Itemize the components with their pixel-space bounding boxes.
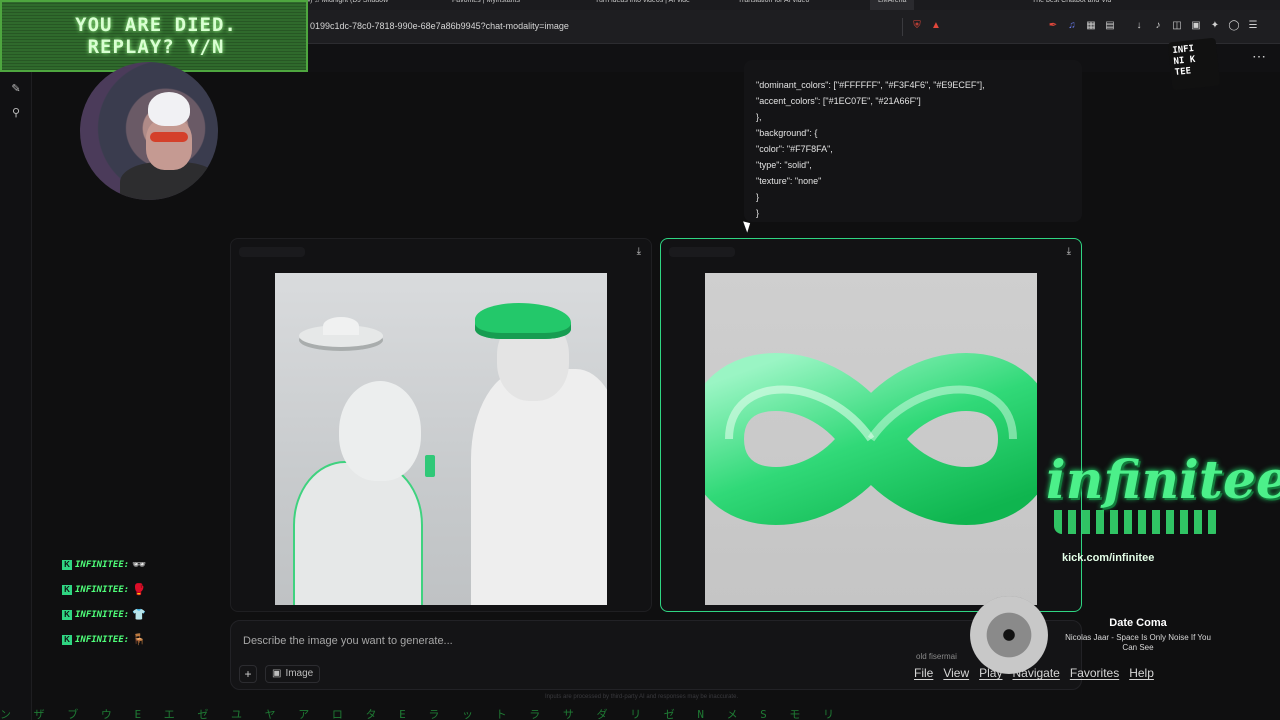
image-card-b[interactable]: ⤓ bbox=[660, 238, 1082, 612]
json-line: "dominant_colors": ["#FFFFFF", "#F3F4F6"… bbox=[756, 80, 985, 90]
tab-video-ideas[interactable]: Turn ideas into videos | AI vide bbox=[595, 0, 690, 10]
streamer-brand-logo: infinitee kick.com/infinitee bbox=[1040, 440, 1280, 570]
kick-icon: K bbox=[62, 584, 72, 595]
tab-myinstants[interactable]: Favorites | Myinstants bbox=[452, 0, 520, 10]
download-icon[interactable]: ↓ bbox=[1132, 18, 1146, 32]
tab-midnight[interactable]: (74) ♫ Midnight (DJ Shadow bbox=[300, 0, 388, 10]
chat-message: K INFINITEE: 👕 bbox=[62, 602, 182, 627]
sidebar-icon[interactable]: ◫ bbox=[1170, 18, 1184, 32]
game-over-text: YOU ARE DIED. REPLAY? Y/N bbox=[75, 14, 237, 58]
json-line: "texture": "none" bbox=[756, 176, 822, 186]
chat-emote: 🪑 bbox=[132, 634, 146, 646]
chat-emote: 🥊 bbox=[132, 584, 146, 596]
json-line: }, bbox=[756, 112, 762, 122]
brand-drip bbox=[1054, 510, 1222, 534]
kick-icon: K bbox=[62, 559, 72, 570]
menu-file[interactable]: File bbox=[914, 666, 933, 680]
chat-username: INFINITEE: bbox=[75, 559, 130, 570]
brand-url: kick.com/infinitee bbox=[1062, 552, 1155, 564]
chat-emote: 🕶 bbox=[132, 559, 147, 571]
wallet-icon[interactable]: ▣ bbox=[1189, 18, 1203, 32]
pen-extension-icon[interactable]: ✒ bbox=[1046, 18, 1060, 32]
json-line: } bbox=[756, 192, 760, 202]
model-label-placeholder bbox=[669, 247, 735, 257]
now-playing-artist: Nicolas Jaar - Space Is Only Noise If Yo… bbox=[1065, 633, 1211, 652]
webcam-glasses bbox=[150, 132, 188, 142]
add-attachment-button[interactable]: + bbox=[239, 665, 257, 683]
corner-logo: INFI NI K TEE bbox=[1167, 37, 1221, 91]
menu-view[interactable]: View bbox=[943, 666, 969, 680]
generated-image-infinity[interactable] bbox=[705, 273, 1037, 605]
tab-chatbot[interactable]: The best Chatbot and Vid bbox=[1032, 0, 1111, 10]
old-man-coat bbox=[471, 369, 607, 605]
json-line: } bbox=[756, 208, 760, 218]
model-label-placeholder bbox=[239, 247, 305, 257]
green-cap bbox=[475, 303, 571, 339]
translate-icon[interactable]: ▤ bbox=[1103, 18, 1117, 32]
image-mode-button[interactable]: ▣ Image bbox=[265, 665, 321, 683]
json-line: "background": { bbox=[756, 128, 818, 138]
image-mode-label: Image bbox=[285, 668, 314, 679]
left-rail: ✎ ⚲ bbox=[0, 72, 32, 720]
image-card-a[interactable]: ⤓ bbox=[230, 238, 652, 612]
url-input[interactable]: 0199c1dc-78c0-7818-990e-68e7a86b9945?cha… bbox=[310, 21, 569, 31]
json-output-block: "dominant_colors": ["#FFFFFF", "#F3F4F6"… bbox=[744, 60, 1082, 222]
lighter bbox=[425, 455, 435, 477]
webcam-feed bbox=[80, 62, 218, 200]
stream-chat: K INFINITEE: 🕶 K INFINITEE: 🥊 K INFINITE… bbox=[62, 552, 182, 652]
now-playing-title: Date Coma bbox=[1109, 617, 1167, 629]
json-line: "color": "#F7F8FA", bbox=[756, 144, 833, 154]
prompt-input[interactable]: Describe the image you want to generate.… bbox=[243, 635, 453, 647]
music-icon[interactable]: ♪ bbox=[1151, 18, 1165, 32]
toolbar-extensions: ✒ ♫ ▦ ▤ ↓ ♪ ◫ ▣ ✦ ◯ ☰ bbox=[1046, 18, 1260, 32]
chat-username: INFINITEE: bbox=[75, 634, 130, 645]
puzzle-icon[interactable]: ▦ bbox=[1084, 18, 1098, 32]
audio-extension-icon[interactable]: ♫ bbox=[1065, 18, 1079, 32]
menu-icon[interactable]: ☰ bbox=[1246, 18, 1260, 32]
download-icon[interactable]: ⤓ bbox=[637, 246, 641, 257]
album-disc-icon bbox=[970, 596, 1048, 674]
download-icon[interactable]: ⤓ bbox=[1067, 246, 1071, 257]
tab-lmarena[interactable]: LMArena bbox=[870, 0, 915, 10]
corner-logo-text: INFI NI K TEE bbox=[1172, 43, 1196, 79]
matrix-rain-footer: ン ザ ブ ウ E エ ゼ ユ ヤ ア ロ タ E ラ ッ ト ラ サ ダ リ … bbox=[0, 708, 843, 720]
chat-message: K INFINITEE: 🥊 bbox=[62, 577, 182, 602]
toolbar-icons: ⛨ ▲ bbox=[910, 18, 943, 32]
trophy-icon[interactable]: ⚲ bbox=[9, 106, 23, 120]
kick-icon: K bbox=[62, 609, 72, 620]
menu-favorites[interactable]: Favorites bbox=[1070, 666, 1119, 680]
chat-emote: 👕 bbox=[132, 609, 146, 621]
alien-head bbox=[339, 381, 421, 481]
webcam-hat bbox=[148, 92, 190, 126]
json-line: "accent_colors": ["#1EC07E", "#21A66F"] bbox=[756, 96, 921, 106]
chat-username: INFINITEE: bbox=[75, 609, 130, 620]
ufo-dome bbox=[323, 317, 359, 335]
brand-name: infinitee bbox=[1046, 450, 1280, 511]
vpn-icon[interactable]: ◯ bbox=[1227, 18, 1241, 32]
alien-body bbox=[293, 461, 423, 605]
kick-icon: K bbox=[62, 634, 72, 645]
generated-image-alien-and-old-man[interactable] bbox=[275, 273, 607, 605]
new-chat-icon[interactable]: ✎ bbox=[9, 82, 23, 96]
infinity-symbol bbox=[705, 353, 1037, 525]
rewards-icon[interactable]: ▲ bbox=[929, 18, 943, 32]
more-options-icon[interactable]: ⋯ bbox=[1252, 48, 1266, 65]
player-window-title: old fisermai bbox=[916, 652, 957, 661]
tab-translation[interactable]: Translation for AI video bbox=[738, 0, 809, 10]
divider bbox=[902, 18, 903, 36]
chat-message: K INFINITEE: 🪑 bbox=[62, 627, 182, 652]
menu-help[interactable]: Help bbox=[1129, 666, 1154, 680]
leo-icon[interactable]: ✦ bbox=[1208, 18, 1222, 32]
image-icon: ▣ bbox=[272, 668, 282, 679]
chat-message: K INFINITEE: 🕶 bbox=[62, 552, 182, 577]
disclaimer-text: Inputs are processed by third-party AI a… bbox=[545, 694, 739, 700]
screen: (74) ♫ Midnight (DJ Shadow Favorites | M… bbox=[0, 0, 1280, 720]
brave-shield-icon[interactable]: ⛨ bbox=[910, 18, 924, 32]
json-line: "type": "solid", bbox=[756, 160, 812, 170]
player-menu-bar: File View Play Navigate Favorites Help bbox=[914, 666, 1154, 680]
chat-username: INFINITEE: bbox=[75, 584, 130, 595]
